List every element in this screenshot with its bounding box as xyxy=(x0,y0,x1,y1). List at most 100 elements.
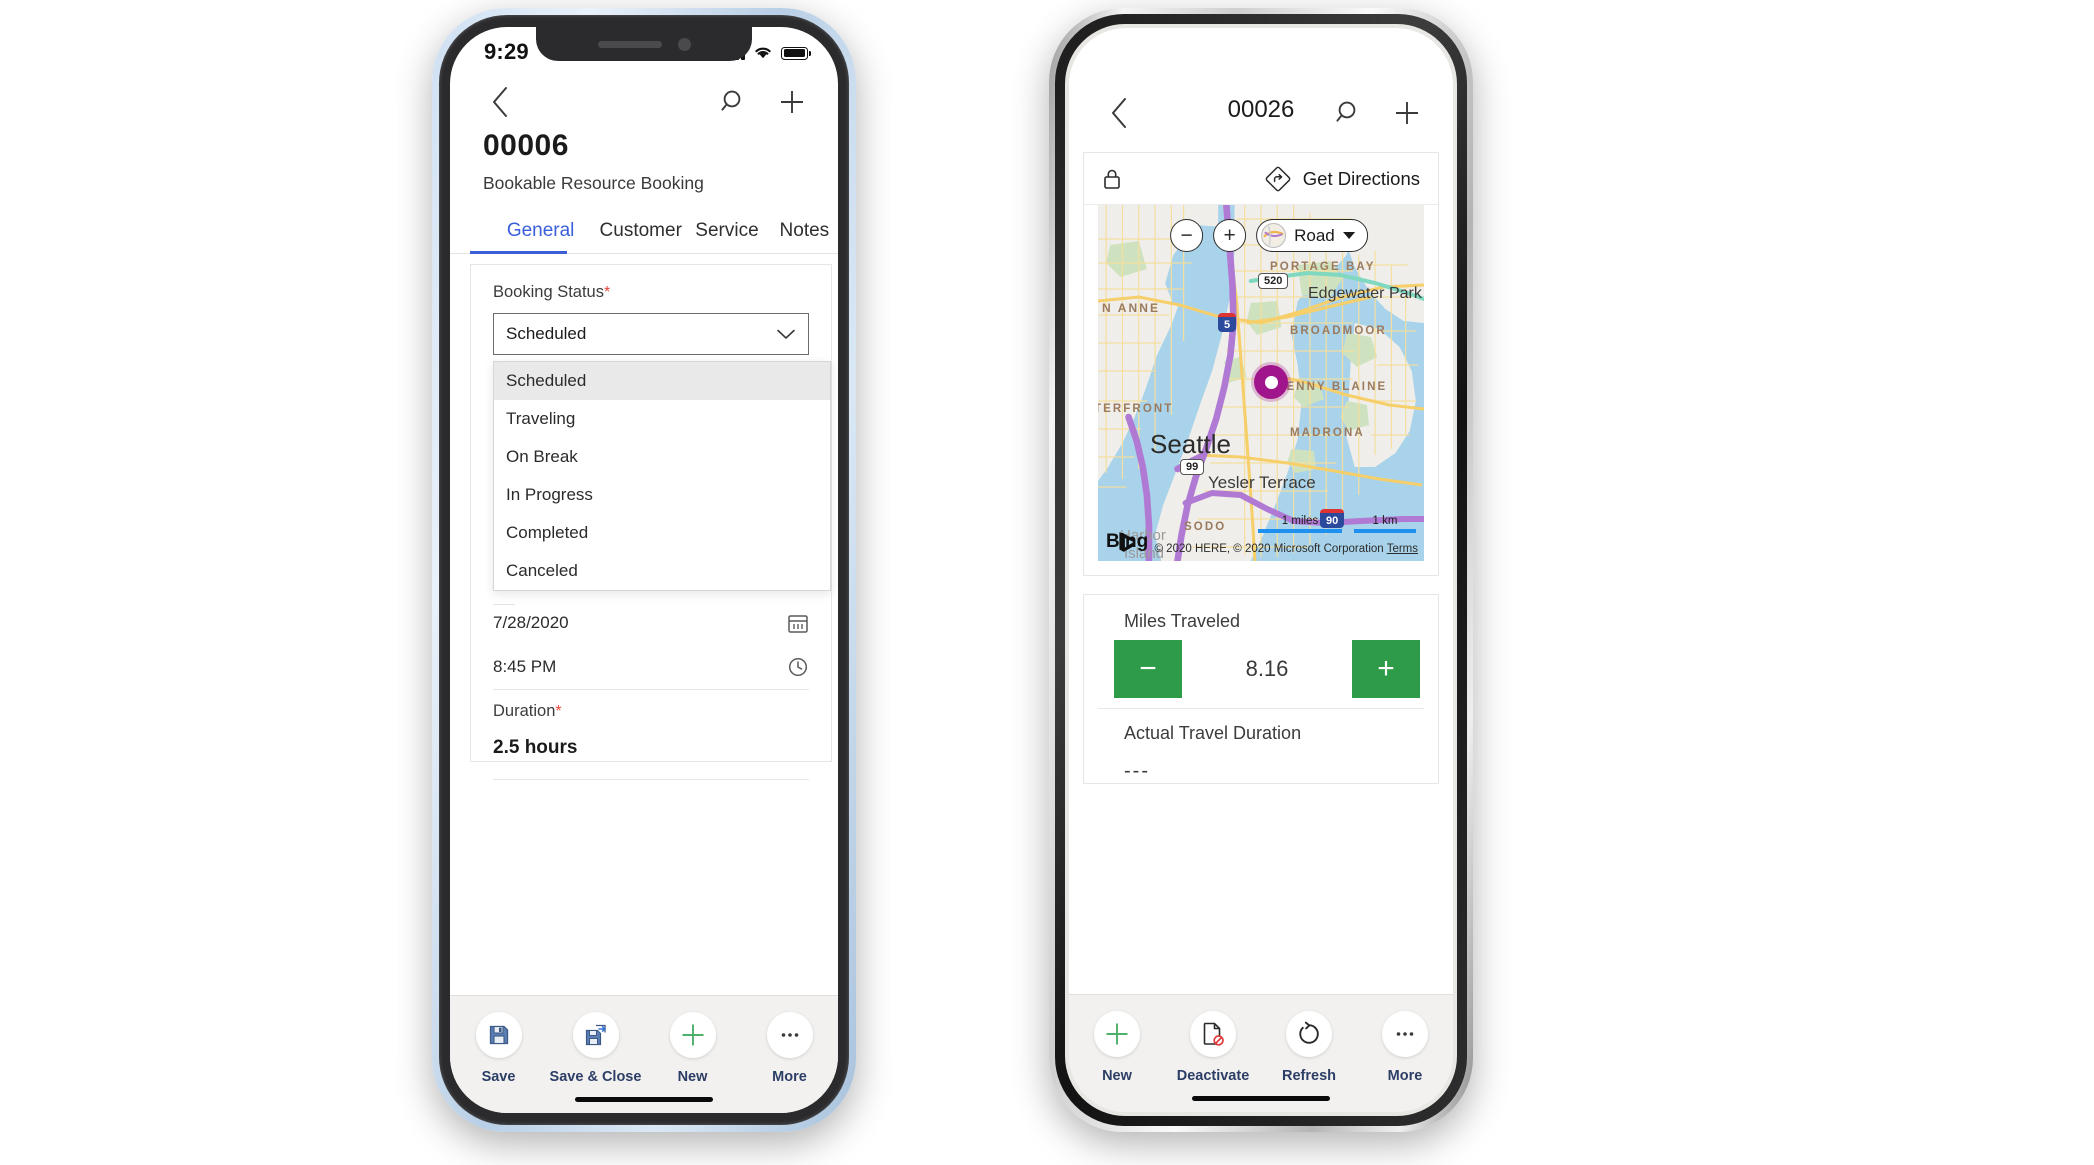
new-button[interactable]: New xyxy=(644,1012,741,1085)
dropdown-option-traveling[interactable]: Traveling xyxy=(494,400,830,438)
map-view-selector[interactable]: Road xyxy=(1256,219,1368,252)
booking-status-label-row: Booking Status* xyxy=(493,283,809,302)
decrement-button[interactable]: − xyxy=(1114,640,1182,698)
refresh-icon xyxy=(1286,1011,1332,1057)
required-asterisk: * xyxy=(604,284,611,301)
highway-shield: 99 xyxy=(1180,459,1205,475)
map-label: TERFRONT xyxy=(1098,403,1174,415)
zoom-out-button[interactable]: − xyxy=(1170,219,1204,252)
map-attribution: © 2020 HERE, © 2020 Microsoft Corporatio… xyxy=(1155,543,1418,555)
back-chevron-icon[interactable] xyxy=(480,82,520,122)
scale-miles-label: 1 miles xyxy=(1281,515,1319,527)
chevron-down-icon xyxy=(777,329,795,339)
clock-icon xyxy=(788,657,808,677)
more-button[interactable]: More xyxy=(1357,1011,1453,1084)
get-directions-label: Get Directions xyxy=(1302,167,1420,189)
zoom-in-button[interactable]: + xyxy=(1213,219,1247,252)
map-label: Edgewater Park xyxy=(1308,285,1422,302)
search-icon[interactable] xyxy=(714,82,754,122)
more-label: More xyxy=(772,1069,807,1085)
map-card-bottom-pad xyxy=(1084,561,1438,575)
deactivate-label: Deactivate xyxy=(1176,1068,1250,1084)
booking-status-label: Booking Status xyxy=(493,283,604,301)
active-tab-indicator xyxy=(470,251,567,254)
map-label: PORTAGE BAY xyxy=(1270,261,1376,273)
tab-notes[interactable]: Notes xyxy=(771,220,838,254)
save-and-close-label: Save & Close xyxy=(549,1069,642,1085)
refresh-button[interactable]: Refresh xyxy=(1261,1011,1357,1084)
command-bar-left: Save Save & Close New More xyxy=(450,995,838,1113)
wifi-icon xyxy=(755,47,771,58)
home-indicator xyxy=(1192,1095,1330,1101)
tab-service[interactable]: Service xyxy=(683,220,770,254)
booking-status-select[interactable]: Scheduled xyxy=(493,313,809,355)
earpiece-speaker-icon xyxy=(597,40,662,48)
actual-travel-duration-label: Actual Travel Duration xyxy=(1124,723,1302,743)
bing-logo-icon xyxy=(1119,532,1135,552)
dropdown-option-on-break[interactable]: On Break xyxy=(494,438,830,476)
dropdown-option-in-progress[interactable]: In Progress xyxy=(494,476,830,514)
deactivate-button[interactable]: Deactivate xyxy=(1165,1011,1261,1084)
dropdown-option-completed[interactable]: Completed xyxy=(494,514,830,552)
back-chevron-icon[interactable] xyxy=(1099,93,1139,133)
plus-icon[interactable] xyxy=(772,82,812,122)
booking-status-value: Scheduled xyxy=(506,324,587,343)
highway-shield: 520 xyxy=(1258,273,1289,289)
booking-status-dropdown-list[interactable]: Scheduled Traveling On Break In Progress… xyxy=(493,361,831,591)
dropdown-option-scheduled[interactable]: Scheduled xyxy=(494,362,830,400)
refresh-label: Refresh xyxy=(1282,1068,1336,1084)
directions-diamond-icon xyxy=(1265,166,1291,191)
get-directions-button[interactable]: Get Directions xyxy=(1265,166,1420,192)
general-form-card: Booking Status* Scheduled Scheduled Trav… xyxy=(470,264,832,780)
tab-customer[interactable]: Customer xyxy=(598,220,683,254)
page-title: 00006 xyxy=(483,129,569,162)
save-button[interactable]: Save xyxy=(450,1012,547,1085)
time-field-row[interactable]: 8:45 PM xyxy=(493,645,809,689)
map-label: BROADMOOR xyxy=(1290,325,1387,337)
home-indicator xyxy=(575,1096,713,1102)
notch xyxy=(536,27,752,61)
terms-link[interactable]: Terms xyxy=(1387,543,1418,555)
datetime-section: 7/28/2020 8:45 PM Duration* 2.5 hours xyxy=(493,601,809,780)
phone-device-right: 00026 Get Directions − + Road PORTAGE BA… xyxy=(1049,8,1473,1132)
tab-general[interactable]: General xyxy=(483,220,598,254)
map-label: N ANNE xyxy=(1102,301,1161,315)
map-view-label: Road xyxy=(1294,225,1335,245)
battery-full-icon xyxy=(781,46,812,60)
command-bar-right: New Deactivate Refresh More xyxy=(1069,994,1453,1112)
phone-left-screen: 9:29 00006 Bookable Resource Booking Gen… xyxy=(450,27,838,1113)
phone-device-left: 9:29 00006 Bookable Resource Booking Gen… xyxy=(432,8,856,1132)
map-label: Yesler Terrace xyxy=(1208,473,1316,492)
miles-traveled-value[interactable]: 8.16 xyxy=(1246,656,1289,682)
form-row-divider xyxy=(493,779,809,780)
plus-icon[interactable] xyxy=(1387,93,1427,133)
search-icon[interactable] xyxy=(1329,93,1369,133)
map-controls: − + Road xyxy=(1170,219,1368,252)
scale-km-label: 1 km xyxy=(1372,515,1398,527)
actual-travel-duration-value[interactable]: --- xyxy=(1084,744,1438,783)
deactivate-document-icon xyxy=(1190,1011,1236,1057)
map-card: Get Directions − + Road PORTAGE BAY N AN… xyxy=(1083,152,1439,576)
map-label: DENNY BLAINE xyxy=(1276,381,1388,393)
phone-left-bezel: 9:29 00006 Bookable Resource Booking Gen… xyxy=(439,15,849,1125)
bing-map[interactable]: − + Road PORTAGE BAY N ANNE Edgewater Pa… xyxy=(1098,205,1424,561)
duration-value[interactable]: 2.5 hours xyxy=(493,721,809,759)
save-and-close-button[interactable]: Save & Close xyxy=(547,1012,644,1085)
front-camera-icon xyxy=(677,37,691,51)
date-value: 7/28/2020 xyxy=(493,613,569,632)
chevron-down-icon xyxy=(1342,232,1355,239)
save-label: Save xyxy=(481,1069,516,1085)
increment-button[interactable]: + xyxy=(1351,640,1420,698)
more-label: More xyxy=(1387,1068,1423,1084)
more-button[interactable]: More xyxy=(741,1012,838,1085)
directions-row: Get Directions xyxy=(1084,153,1438,205)
time-value: 8:45 PM xyxy=(493,657,557,676)
dropdown-option-canceled[interactable]: Canceled xyxy=(494,552,830,590)
navigation-bar xyxy=(450,73,838,129)
navigation-bar-right xyxy=(1069,28,1453,136)
map-pin-icon[interactable] xyxy=(1254,365,1288,399)
phone-right-bezel: 00026 Get Directions − + Road PORTAGE BA… xyxy=(1055,14,1467,1126)
date-field-row[interactable]: 7/28/2020 xyxy=(493,601,809,645)
new-button[interactable]: New xyxy=(1069,1011,1165,1084)
travel-detail-card: Miles Traveled − 8.16 + Actual Travel Du… xyxy=(1083,594,1439,784)
